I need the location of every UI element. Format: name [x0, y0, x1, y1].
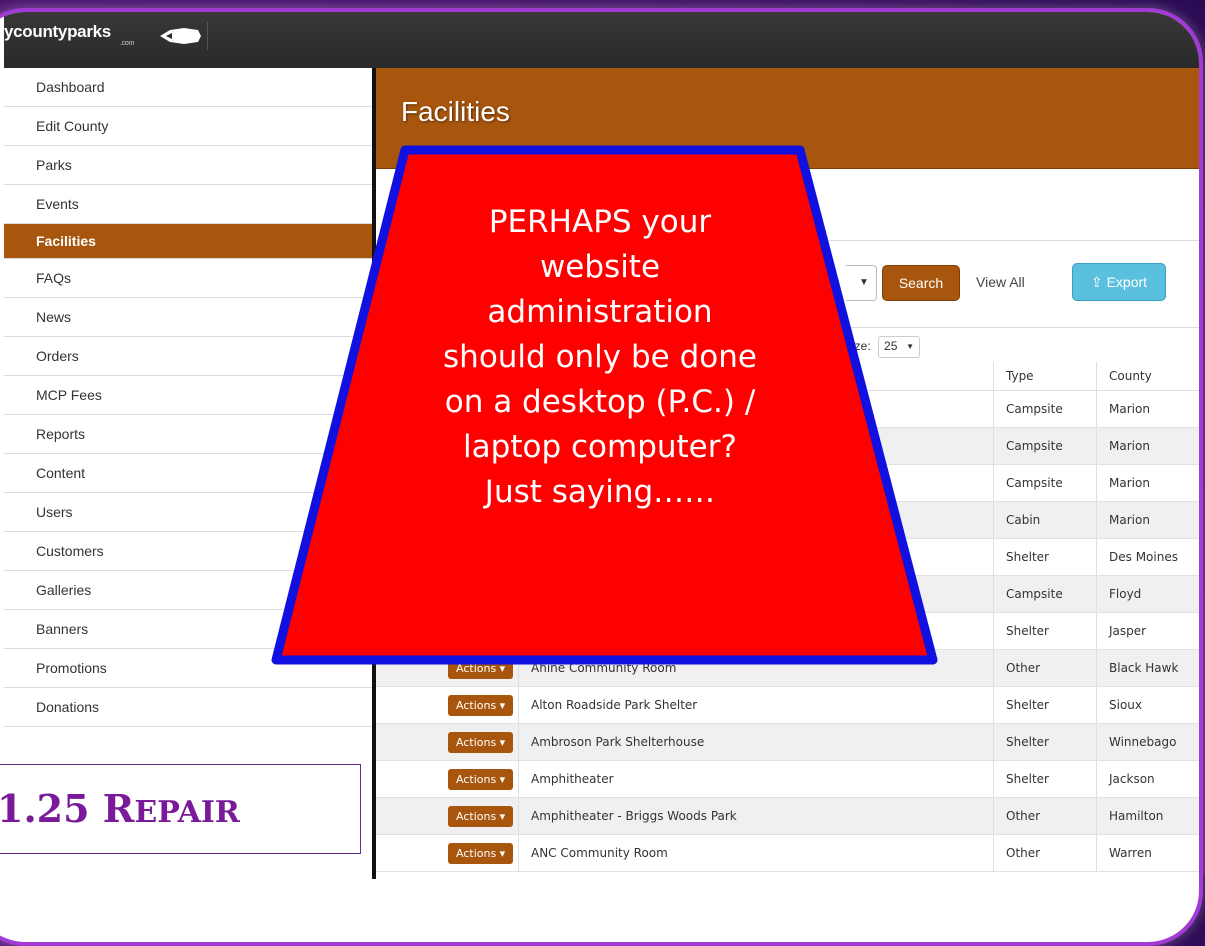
- callout-line: website: [539, 249, 661, 285]
- callout-line: PERHAPS your: [488, 204, 712, 240]
- callout-line: laptop computer?: [463, 429, 737, 465]
- callout-line: administration: [487, 294, 713, 330]
- callout-line: should only be done: [443, 339, 757, 375]
- repair-caption-small: EPAIR: [134, 795, 240, 830]
- callout-text: PERHAPS your website administration shou…: [360, 200, 840, 515]
- callout-line: on a desktop (P.C.) /: [444, 384, 756, 420]
- repair-caption-big: 1.25 R: [0, 786, 135, 831]
- repair-caption: 1.25 REPAIR: [0, 764, 361, 854]
- callout-line: Just saying……: [484, 474, 716, 510]
